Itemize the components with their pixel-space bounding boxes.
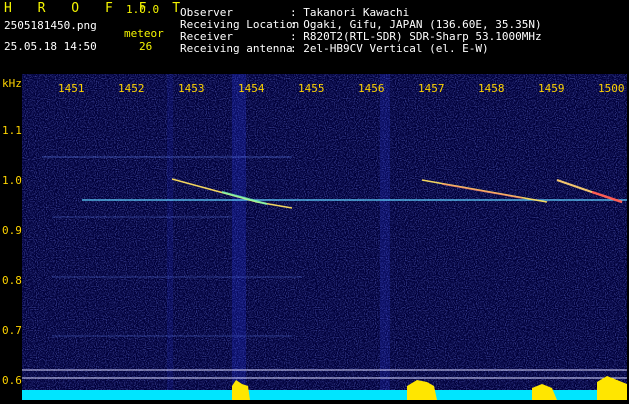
y-tick: 0.6 [2, 374, 22, 387]
receiver-value: : R820T2(RTL-SDR) SDR-Sharp 53.1000MHz [290, 30, 542, 43]
datetime: 25.05.18 14:50 [4, 40, 97, 53]
x-tick: 1451 [58, 82, 85, 95]
location-label: Receiving Location [180, 18, 300, 31]
meteor-count: 26 [139, 40, 153, 53]
x-tick: 1458 [478, 82, 505, 95]
antenna-label: Receiving antenna [180, 42, 293, 55]
y-axis-unit: kHz [2, 77, 22, 90]
antenna-value: : 2el-HB9CV Vertical (el. E-W) [290, 42, 489, 55]
interference-band [232, 74, 246, 400]
filename: 2505181450.png [4, 19, 97, 32]
y-tick: 1.1 [2, 124, 22, 137]
app-version: 1.0.0 [126, 3, 160, 16]
x-tick: 1455 [298, 82, 325, 95]
spectrogram-canvas [22, 74, 627, 400]
interference-band [167, 74, 173, 400]
receiver-label: Receiver [180, 30, 233, 43]
x-tick: 1453 [178, 82, 205, 95]
observer-value: : Takanori Kawachi [290, 6, 410, 19]
meteor-label: meteor [124, 27, 164, 40]
interference-band [380, 74, 390, 400]
y-tick: 0.7 [2, 324, 22, 337]
location-value: : Ogaki, Gifu, JAPAN (136.60E, 35.35N) [290, 18, 542, 31]
y-tick: 0.8 [2, 274, 22, 287]
x-tick: 1454 [238, 82, 265, 95]
x-tick: 1500 [598, 82, 625, 95]
app-name: H R O F F T [4, 1, 190, 16]
y-tick: 1.0 [2, 174, 22, 187]
header-panel: H R O F F T 1.0.0 2505181450.png 25.05.1… [0, 0, 629, 74]
x-tick: 1456 [358, 82, 385, 95]
observer-label: Observer [180, 6, 233, 19]
y-tick: 0.9 [2, 224, 22, 237]
x-tick: 1452 [118, 82, 145, 95]
x-tick: 1457 [418, 82, 445, 95]
x-tick: 1459 [538, 82, 565, 95]
spectrogram [22, 74, 627, 400]
spectrogram-noise [22, 74, 627, 400]
